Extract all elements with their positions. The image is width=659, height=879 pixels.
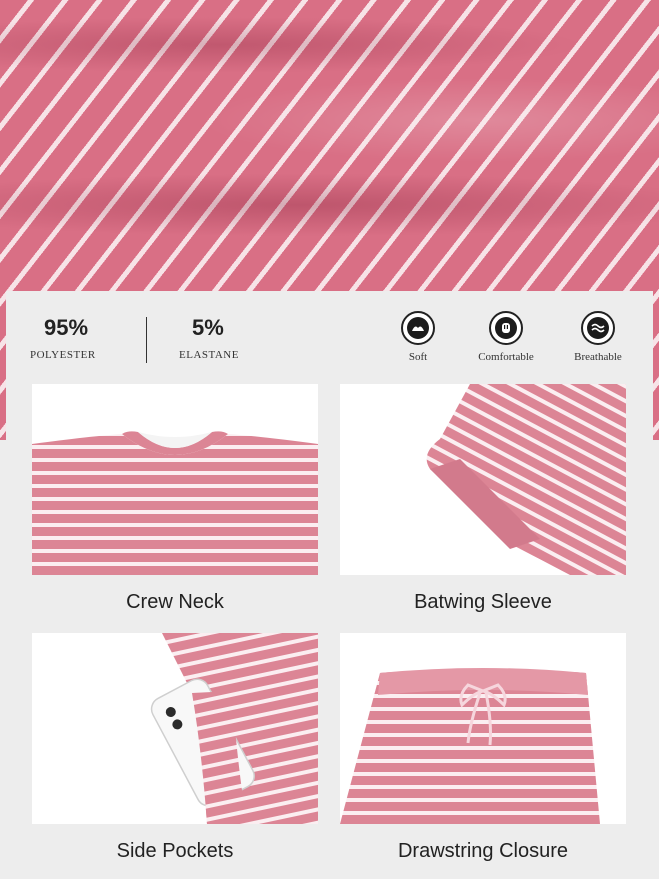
drawstring-closure-caption: Drawstring Closure [397,840,569,862]
feature-label: Soft [408,351,428,363]
feature-breathable: Breathable [558,311,638,363]
feature-label: Breathable [574,351,622,363]
side-pockets-illustration [150,633,318,824]
crew-neck-photo [32,384,318,575]
batwing-sleeve-photo [340,384,626,575]
soft-icon [401,311,435,345]
side-pockets-caption: Side Pockets [116,840,234,862]
crew-neck-caption: Crew Neck [126,591,224,613]
batwing-sleeve-illustration [426,384,626,575]
crew-neck-illustration [32,431,318,575]
elastane-label: ELASTANE [179,349,239,361]
side-pockets-photo [32,633,318,824]
feature-comfortable: Comfortable [466,311,546,363]
feature-soft: Soft [378,311,458,363]
comfortable-icon [489,311,523,345]
product-info-panel: 95% POLYESTER 5% ELASTANE Soft Comfortab… [6,291,653,879]
polyester-label: POLYESTER [30,349,96,361]
elastane-percent: 5% [192,315,224,340]
batwing-sleeve-caption: Batwing Sleeve [414,591,552,613]
breathable-icon [581,311,615,345]
feature-label: Comfortable [478,351,534,363]
drawstring-closure-photo [340,633,626,824]
composition-divider [146,317,147,363]
material-composition: 95% POLYESTER 5% ELASTANE Soft Comfortab… [6,291,653,383]
polyester-percent: 95% [44,315,89,340]
drawstring-closure-illustration [340,668,600,824]
